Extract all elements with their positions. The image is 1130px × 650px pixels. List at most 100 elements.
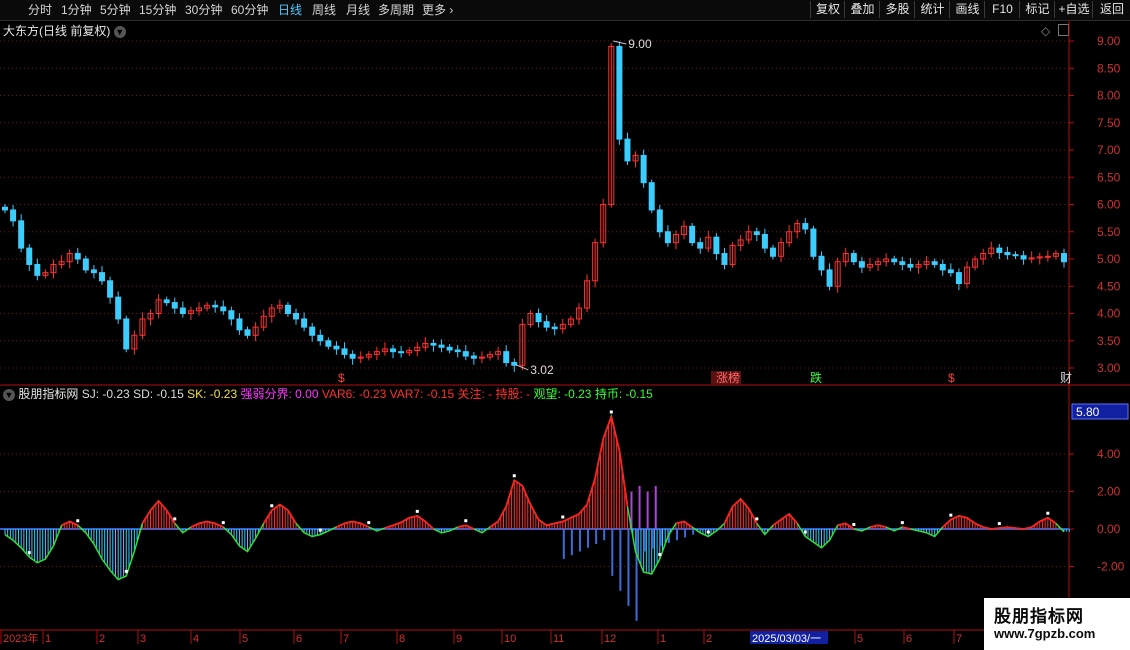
candle-body[interactable]: [293, 313, 300, 320]
candle-body[interactable]: [826, 269, 833, 287]
candle-body[interactable]: [462, 351, 469, 357]
candle-body[interactable]: [18, 220, 25, 249]
candle-body[interactable]: [10, 209, 17, 222]
x-axis-label: 2: [706, 633, 712, 645]
candle-body[interactable]: [907, 263, 914, 268]
candle-body[interactable]: [454, 349, 461, 353]
toolbar-button-3[interactable]: 统计: [914, 1, 950, 18]
period-tab-1[interactable]: 1分钟: [61, 2, 92, 18]
period-tab-10[interactable]: 更多 ›: [422, 2, 453, 18]
candle-body[interactable]: [333, 345, 340, 350]
toolbar-button-4[interactable]: 画线: [949, 1, 985, 18]
candle-body[interactable]: [317, 334, 324, 342]
candle-body[interactable]: [664, 231, 671, 244]
candle-body[interactable]: [309, 326, 316, 336]
toolbar-button-6[interactable]: 标记: [1019, 1, 1055, 18]
candle-body[interactable]: [438, 344, 445, 348]
candle-body[interactable]: [761, 233, 768, 249]
x-axis-label: 4: [193, 633, 199, 645]
toolbar-button-0[interactable]: 复权: [810, 1, 845, 18]
candle-body[interactable]: [955, 272, 962, 285]
candle-body[interactable]: [212, 304, 219, 308]
candle-body[interactable]: [74, 253, 81, 260]
candle-body[interactable]: [1020, 255, 1027, 260]
candle-body[interactable]: [123, 318, 130, 350]
candle-body[interactable]: [1012, 254, 1019, 257]
candle-body[interactable]: [220, 306, 227, 312]
candle-body[interactable]: [390, 348, 397, 353]
toolbar-button-8[interactable]: 返回: [1092, 1, 1130, 18]
stock-chart[interactable]: 9.00 8.50 8.00 7.50 7.00 6.50 6.00 5.50 5.00 4.50…: [0, 20, 1130, 650]
candle-body[interactable]: [996, 247, 1003, 253]
candle-body[interactable]: [398, 351, 405, 354]
candle-body[interactable]: [713, 236, 720, 255]
period-tab-5[interactable]: 60分钟: [231, 2, 268, 18]
candle-body[interactable]: [624, 138, 631, 162]
candle-body[interactable]: [640, 154, 647, 184]
candle-body[interactable]: [90, 269, 97, 274]
candle-body[interactable]: [551, 326, 558, 330]
candle-body[interactable]: [446, 346, 453, 351]
toolbar-button-1[interactable]: 叠加: [844, 1, 880, 18]
candle-body[interactable]: [535, 313, 542, 323]
high-label: 9.00: [628, 37, 652, 51]
event-marker: 涨榜: [716, 370, 740, 385]
candle-body[interactable]: [648, 182, 655, 211]
period-tab-8[interactable]: 月线: [346, 2, 370, 18]
signal-dot: [124, 569, 128, 573]
candle-body[interactable]: [850, 253, 857, 263]
candle-body[interactable]: [470, 355, 477, 359]
toolbar-button-7[interactable]: +自选: [1054, 1, 1093, 18]
candle-body[interactable]: [325, 340, 332, 347]
toolbar-button-2[interactable]: 多股: [879, 1, 915, 18]
candle-body[interactable]: [697, 242, 704, 249]
candle-body[interactable]: [810, 228, 817, 257]
candle-body[interactable]: [721, 253, 728, 265]
candle-body[interactable]: [1061, 253, 1067, 263]
period-tab-4[interactable]: 30分钟: [185, 2, 222, 18]
candle-body[interactable]: [115, 296, 122, 320]
candle-body[interactable]: [163, 299, 170, 304]
candle-body[interactable]: [34, 263, 41, 276]
candle-body[interactable]: [430, 342, 437, 346]
candle-body[interactable]: [1044, 255, 1051, 258]
candle-body[interactable]: [341, 348, 348, 355]
candle-body[interactable]: [769, 247, 776, 257]
candle-body[interactable]: [349, 353, 356, 359]
candle-body[interactable]: [939, 263, 946, 271]
candle-body[interactable]: [1004, 251, 1011, 256]
candle-body[interactable]: [2, 206, 8, 211]
toolbar-button-5[interactable]: F10: [984, 1, 1020, 18]
candle-body[interactable]: [858, 261, 865, 268]
candle-body[interactable]: [753, 231, 760, 235]
candle-body[interactable]: [82, 258, 89, 271]
candle-body[interactable]: [616, 45, 623, 140]
candle-body[interactable]: [543, 321, 550, 328]
candle-body[interactable]: [818, 255, 825, 271]
candle-body[interactable]: [179, 307, 186, 314]
period-tab-2[interactable]: 5分钟: [100, 2, 131, 18]
candle-body[interactable]: [301, 318, 308, 328]
candle-body[interactable]: [947, 269, 954, 274]
candle-body[interactable]: [284, 304, 291, 315]
candle-body[interactable]: [228, 310, 235, 320]
period-tab-3[interactable]: 15分钟: [139, 2, 176, 18]
candle-body[interactable]: [244, 329, 251, 336]
period-tab-0[interactable]: 分时: [28, 2, 52, 18]
candle-body[interactable]: [899, 261, 906, 265]
period-tab-9[interactable]: 多周期: [378, 2, 414, 18]
candle-body[interactable]: [931, 261, 938, 265]
period-tab-6[interactable]: 日线: [278, 2, 302, 18]
candle-body[interactable]: [107, 280, 114, 298]
candle-body[interactable]: [171, 302, 178, 309]
candle-body[interactable]: [236, 318, 243, 331]
candle-body[interactable]: [891, 258, 898, 263]
period-tab-7[interactable]: 周线: [312, 2, 336, 18]
candle-body[interactable]: [689, 225, 696, 244]
candle-body[interactable]: [802, 223, 809, 230]
candle-body[interactable]: [511, 362, 518, 366]
candle-body[interactable]: [656, 209, 663, 233]
candle-body[interactable]: [99, 272, 106, 282]
candle-body[interactable]: [503, 351, 510, 364]
candle-body[interactable]: [26, 247, 33, 265]
